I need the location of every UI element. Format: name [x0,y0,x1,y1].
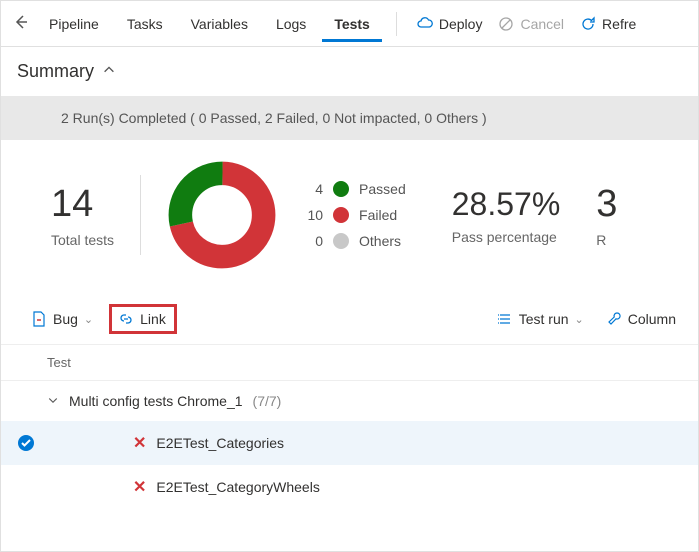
total-tests-block: 14 Total tests [51,183,114,248]
summary-title: Summary [17,61,94,82]
tab-tests[interactable]: Tests [322,6,382,42]
status-line: 2 Run(s) Completed ( 0 Passed, 2 Failed,… [1,96,698,140]
test-row[interactable]: ✕ E2ETest_Categories [1,421,698,465]
deploy-button[interactable]: Deploy [411,10,489,38]
legend: 4 Passed 10 Failed 0 Others [303,181,406,249]
refresh-label: Refre [602,16,636,32]
summary-header[interactable]: Summary [1,47,698,96]
deploy-label: Deploy [439,16,483,32]
swatch-others [333,233,349,249]
refresh-icon [580,16,596,32]
test-name: E2ETest_Categories [156,435,284,451]
legend-passed: 4 Passed [303,181,406,197]
link-button[interactable]: Link [118,309,166,329]
legend-others: 0 Others [303,233,406,249]
fail-x-icon: ✕ [133,477,146,497]
swatch-passed [333,181,349,197]
bug-file-icon [31,311,47,327]
top-nav: Pipeline Tasks Variables Logs Tests Depl… [1,1,698,47]
chevron-down-icon: ⌄ [84,313,93,326]
group-name: Multi config tests Chrome_1 [69,393,243,409]
cancel-button: Cancel [492,10,570,38]
back-icon[interactable] [13,14,29,33]
total-count: 14 [51,183,114,226]
pass-label: Pass percentage [452,229,561,245]
test-group-row[interactable]: Multi config tests Chrome_1 (7/7) [1,381,698,421]
link-button-highlight: Link [109,304,177,334]
tab-logs[interactable]: Logs [264,6,318,42]
refresh-button[interactable]: Refre [574,10,642,38]
results-toolbar: Bug ⌄ Link Test run ⌄ Column [1,294,698,345]
group-count: (7/7) [253,393,282,409]
cancel-icon [498,16,514,32]
total-label: Total tests [51,232,114,248]
chevron-down-icon: ⌄ [575,313,584,326]
divider [396,12,397,36]
list-icon [497,311,513,327]
test-run-label: Test run [519,311,569,327]
list-header-test[interactable]: Test [1,345,698,381]
test-row[interactable]: ✕ E2ETest_CategoryWheels [1,465,698,509]
wrench-icon [606,311,622,327]
results-donut-chart [167,160,277,270]
chevron-up-icon [102,61,116,82]
test-run-button[interactable]: Test run ⌄ [491,307,590,331]
tab-pipeline[interactable]: Pipeline [37,6,111,42]
bug-label: Bug [53,311,78,327]
cloud-icon [417,16,433,32]
cancel-label: Cancel [520,16,564,32]
tab-variables[interactable]: Variables [179,6,260,42]
link-icon [118,311,134,327]
columns-button[interactable]: Column [600,307,682,331]
edge-stat-block: 3 R [596,183,617,248]
edge-count: 3 [596,183,617,226]
bug-button[interactable]: Bug ⌄ [25,307,99,331]
divider [140,175,141,255]
stats-area: 14 Total tests 4 Passed 10 Failed 0 Othe… [1,140,698,294]
swatch-failed [333,207,349,223]
pass-percentage: 28.57% [452,186,561,223]
link-label: Link [140,311,166,327]
chevron-down-icon [47,393,59,409]
tab-tasks[interactable]: Tasks [115,6,175,42]
test-name: E2ETest_CategoryWheels [156,479,319,495]
legend-failed: 10 Failed [303,207,406,223]
pass-percentage-block: 28.57% Pass percentage [452,186,561,245]
selected-check-icon [17,434,35,452]
edge-label: R [596,232,617,248]
columns-label: Column [628,311,676,327]
fail-x-icon: ✕ [133,433,146,453]
